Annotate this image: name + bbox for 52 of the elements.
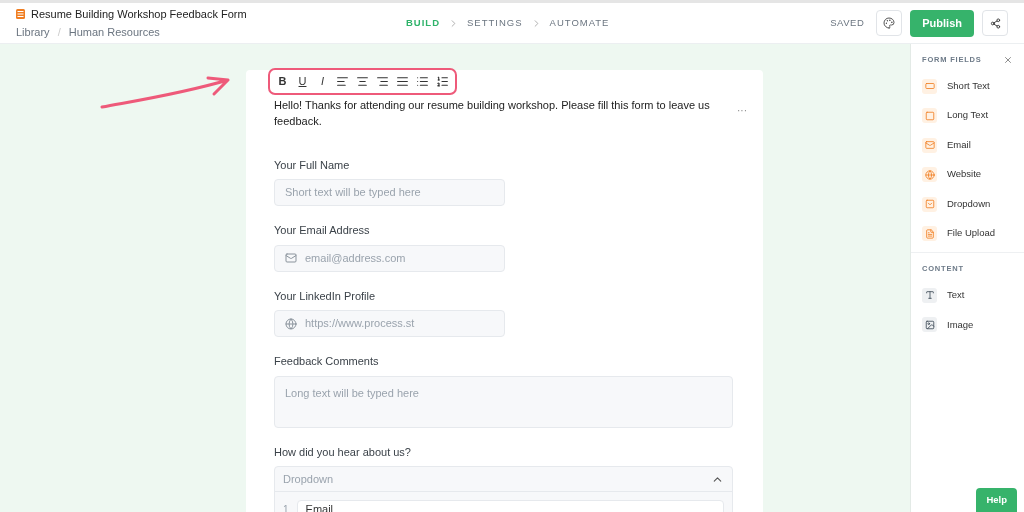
palette-icon [883,17,896,29]
image-icon [922,317,937,333]
numbers-icon[interactable] [436,74,449,88]
field-type-item[interactable]: Long Text [911,100,1024,131]
share-button[interactable] [982,10,1008,36]
align-left-icon[interactable] [336,74,349,88]
mail-icon [285,252,297,264]
field-type-item[interactable]: Text [911,280,1024,310]
italic-button[interactable]: I [316,73,329,90]
breadcrumb-link[interactable]: Human Resources [68,24,160,41]
text-icon [922,287,937,303]
square-icon [922,108,937,123]
underline-button[interactable]: U [296,73,309,90]
more-button[interactable]: ··· [737,102,747,118]
align-right-icon[interactable] [376,74,389,88]
close-icon[interactable] [1003,54,1013,65]
file-icon [922,226,937,241]
dropdown-icon [922,196,937,212]
form-title: Resume Building Workshop Feedback Form [31,6,247,22]
field-type-item[interactable]: File Upload [911,218,1024,249]
field-type-item[interactable]: Email [911,130,1024,160]
field-label: Your Full Name [274,157,351,173]
field-label: How did you hear about us? [274,444,412,460]
intro-text: Hello! Thanks for attending our resume building workshop. Please fill this form to leave us feedback. [274,97,711,129]
form-icon [16,8,25,19]
step-tab[interactable]: SETTINGS [467,15,523,31]
rectangle-icon [922,78,937,94]
step-tab[interactable]: BUILD [406,15,441,31]
field-type-item[interactable]: Image [911,310,1024,340]
globe-icon [285,317,297,330]
field-type-item[interactable]: Short Text [911,71,1024,101]
bold-button[interactable]: B [276,73,289,90]
align-center-icon[interactable] [356,74,369,88]
field-label: Feedback Comments [274,354,380,369]
field-type-item[interactable]: Website [911,159,1024,190]
bullets-icon[interactable] [416,74,429,88]
step-tab[interactable]: AUTOMATE [549,15,610,31]
field-label: Your LinkedIn Profile [274,288,377,304]
publish-button[interactable]: Publish [910,9,974,37]
option-field[interactable]: Email [296,500,724,512]
field-type-item[interactable]: Dropdown [911,189,1024,219]
breadcrumb-separator: / [57,25,61,40]
justify-icon[interactable] [396,74,409,88]
help-button[interactable]: Help [976,488,1017,512]
option-number: 1 [283,502,289,512]
breadcrumb-link[interactable]: Library [16,24,50,41]
theme-button[interactable] [876,10,903,36]
mail-icon [922,137,937,153]
save-status: SAVED [830,15,865,30]
share-icon [989,17,1001,29]
field-label: Your Email Address [274,223,371,238]
globe-icon [922,167,937,182]
